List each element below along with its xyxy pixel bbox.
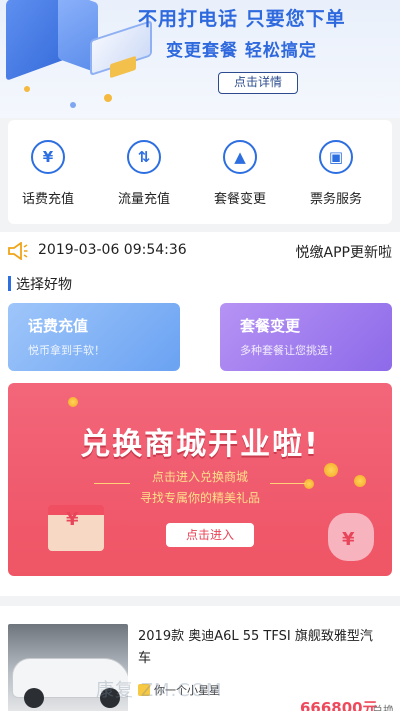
- promo-card-plan-change[interactable]: 套餐变更 多种套餐让您挑选！: [220, 303, 392, 371]
- service-label: 套餐变更: [213, 192, 266, 207]
- sparkle-icon: [104, 94, 112, 102]
- service-item-data-recharge[interactable]: ⇅ 流量充值: [104, 140, 184, 207]
- notice-message[interactable]: 悦缴APP更新啦: [296, 242, 392, 262]
- chart-icon: ▲: [223, 140, 257, 174]
- notice-bar[interactable]: 2019-03-06 09:54:36 悦缴APP更新啦: [0, 232, 400, 270]
- service-label: 话费充值: [21, 192, 74, 207]
- promo-title: 套餐变更: [240, 317, 301, 335]
- yen-icon: ¥: [66, 509, 79, 530]
- transfer-icon: ⇅: [127, 140, 161, 174]
- mall-line-1: 点击进入兑换商城: [151, 470, 248, 484]
- promo-subtitle: 多种套餐让您挑选！: [240, 344, 339, 357]
- exchange-mall-banner[interactable]: 兑换商城开业啦! 点击进入兑换商城 寻找专属你的精美礼品 ¥ ¥ 点击进入: [8, 383, 392, 576]
- price-suffix: 兑换: [372, 704, 394, 711]
- notice-datetime: 2019-03-06 09:54:36: [38, 242, 187, 258]
- service-label: 流量充值: [117, 192, 170, 207]
- product-price: 666800元: [300, 699, 378, 711]
- section-header: 选择好物: [0, 270, 400, 296]
- service-item-plan-change[interactable]: ▲ 套餐变更: [200, 140, 280, 207]
- service-item-ticket-service[interactable]: ▣ 票务服务: [296, 140, 376, 207]
- yen-icon: ¥: [342, 529, 355, 550]
- wheel-icon: [24, 688, 44, 708]
- coin-icon: [68, 397, 78, 407]
- megaphone-icon: [8, 242, 28, 260]
- service-label: 票务服务: [309, 192, 362, 207]
- product-title[interactable]: 2019款 奥迪A6L 55 TFSI 旗舰致雅型汽车: [138, 626, 378, 670]
- promo-card-phone-recharge[interactable]: 话费充值 悦币拿到手软！: [8, 303, 180, 371]
- yen-icon: ¥: [31, 140, 65, 174]
- mall-line-2: 寻找专属你的精美礼品: [139, 491, 260, 505]
- section-accent-bar: [8, 276, 11, 291]
- sparkle-icon: [70, 102, 76, 108]
- banner-subline: 变更套餐 轻松搞定: [166, 41, 317, 61]
- promo-title: 话费充值: [28, 317, 89, 335]
- ticket-icon: ▣: [319, 140, 353, 174]
- detail-button[interactable]: 点击详情: [218, 72, 298, 94]
- sparkle-icon: [24, 86, 30, 92]
- mall-headline: 兑换商城开业啦!: [80, 427, 320, 462]
- banner-headline: 不用打电话 只要您下单: [138, 8, 346, 30]
- section-title: 选择好物: [16, 277, 72, 293]
- phone-illustration: [6, 0, 66, 81]
- top-banner[interactable]: 不用打电话 只要您下单 变更套餐 轻松搞定 点击详情: [0, 0, 400, 118]
- promo-subtitle: 悦币拿到手软！: [28, 344, 105, 357]
- service-item-phone-recharge[interactable]: ¥ 话费充值: [8, 140, 88, 207]
- enter-mall-button[interactable]: 点击进入: [166, 523, 254, 547]
- service-shortcuts: ¥ 话费充值 ⇅ 流量充值 ▲ 套餐变更 ▣ 票务服务: [8, 120, 392, 224]
- watermark: 康复 ZM.COM: [96, 680, 223, 701]
